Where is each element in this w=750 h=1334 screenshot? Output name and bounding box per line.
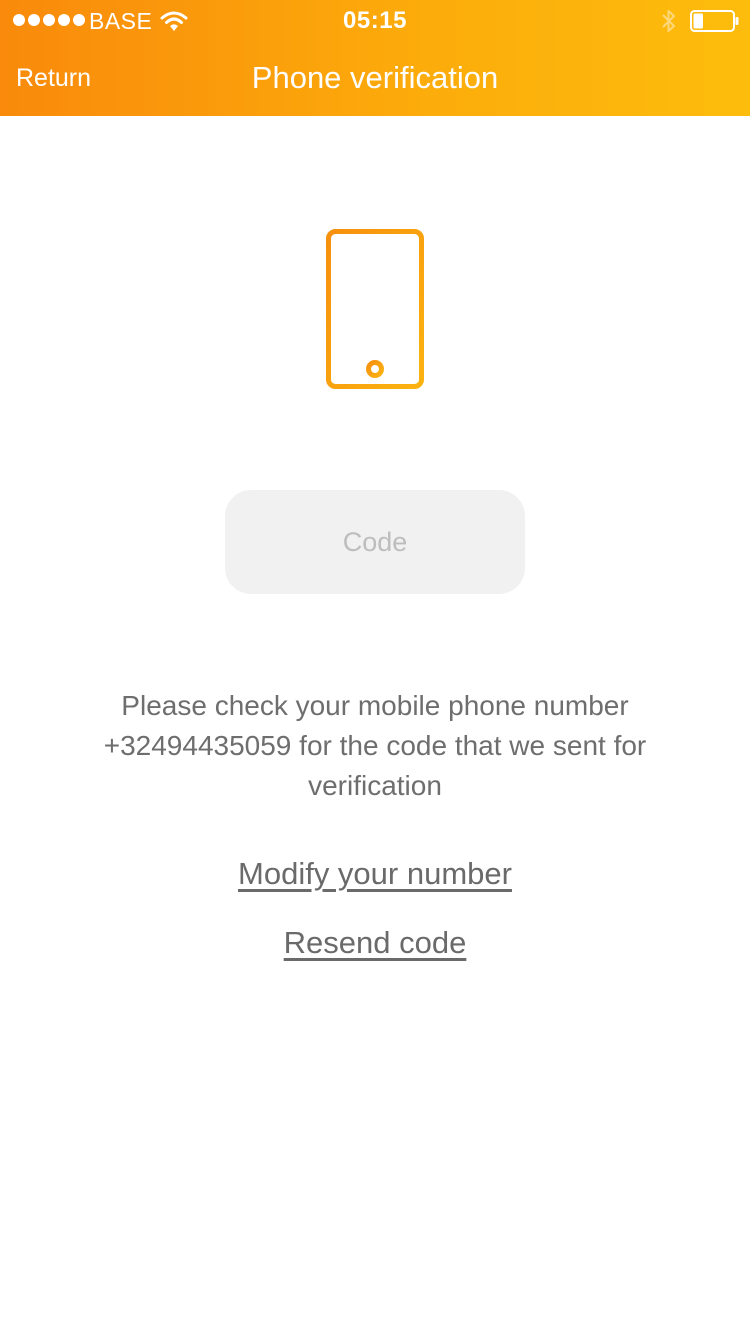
instruction-line: +32494435059 for the code that we sent f… [103, 730, 647, 761]
modify-number-link[interactable]: Modify your number [0, 856, 750, 892]
return-button[interactable]: Return [16, 64, 91, 93]
resend-code-label[interactable]: Resend code [284, 925, 467, 960]
code-input[interactable] [225, 490, 525, 594]
bluetooth-icon [662, 10, 675, 32]
battery-level-fill [693, 13, 703, 29]
smartphone-icon [326, 229, 424, 389]
status-bar: BASE 05:15 [0, 0, 750, 40]
resend-code-link[interactable]: Resend code [0, 925, 750, 961]
instruction-line: Please check your mobile phone number [121, 690, 629, 721]
page-title: Phone verification [251, 60, 499, 95]
modify-number-label[interactable]: Modify your number [238, 856, 512, 891]
header-bar: BASE 05:15 Return Phone verification [0, 0, 750, 116]
instruction-line: verification [308, 770, 442, 801]
battery-icon [690, 10, 739, 32]
status-time: 05:15 [343, 7, 407, 34]
instruction-text: Please check your mobile phone number +3… [60, 686, 690, 806]
